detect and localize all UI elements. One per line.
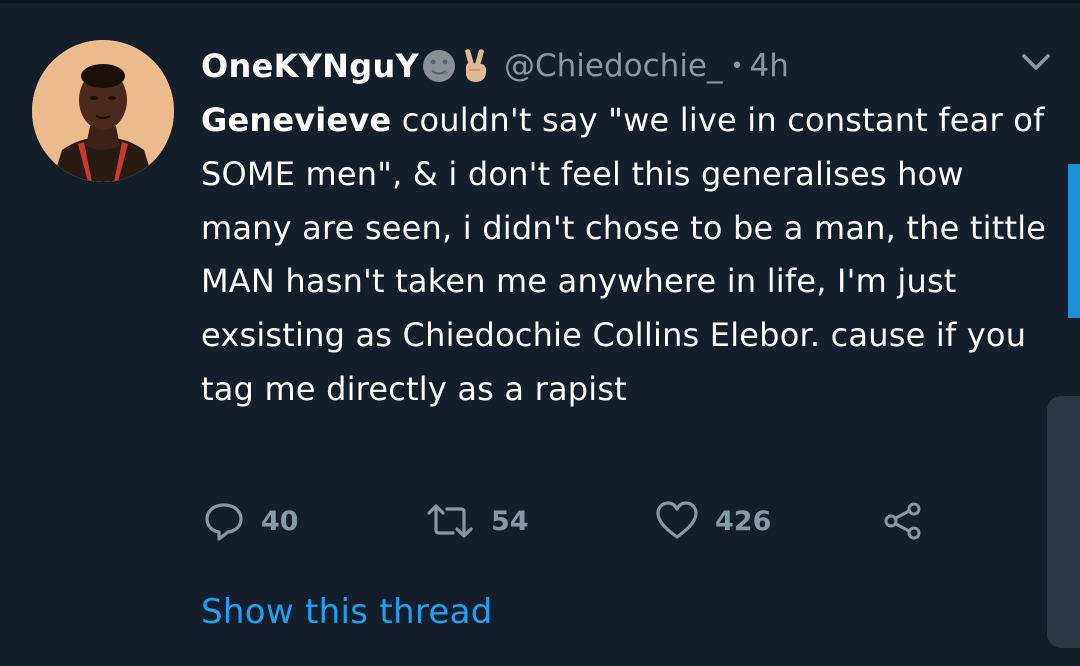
reply-count: 40 [261,505,299,537]
reply-button[interactable]: 40 [203,496,299,546]
retweet-button[interactable]: 54 [425,496,529,546]
avatar[interactable] [32,40,174,182]
top-divider [0,0,1080,3]
chevron-down-icon[interactable] [1018,48,1054,76]
author-handle[interactable]: @Chiedochie_ [504,48,723,84]
victory-hand-emoji-icon [460,48,490,84]
retweet-icon [427,504,473,538]
tweet-text-lead: Genevieve [201,101,392,139]
tweet-text-body: couldn't say "we live in constant fear o… [201,101,1047,408]
display-name[interactable]: OneKYNguY [201,47,419,85]
action-bar: 40 54 426 [0,496,1080,546]
scrollbar-thumb[interactable] [1047,396,1080,648]
share-button[interactable] [882,496,924,546]
scroll-indicator [1068,164,1080,318]
like-button[interactable]: 426 [655,496,771,546]
heart-icon [656,501,698,539]
retweet-count: 54 [491,505,529,537]
tweet-text: Genevieve couldn't say "we live in const… [201,94,1051,417]
tweet-header: OneKYNguY @Chiedochie_ • 4h [201,44,789,88]
timestamp[interactable]: 4h [749,48,788,84]
show-thread-link[interactable]: Show this thread [201,592,493,632]
separator-dot: • [730,53,744,79]
reply-icon [205,503,243,541]
share-icon [884,502,921,540]
like-count: 426 [715,505,772,537]
moon-face-emoji-icon [422,49,456,83]
